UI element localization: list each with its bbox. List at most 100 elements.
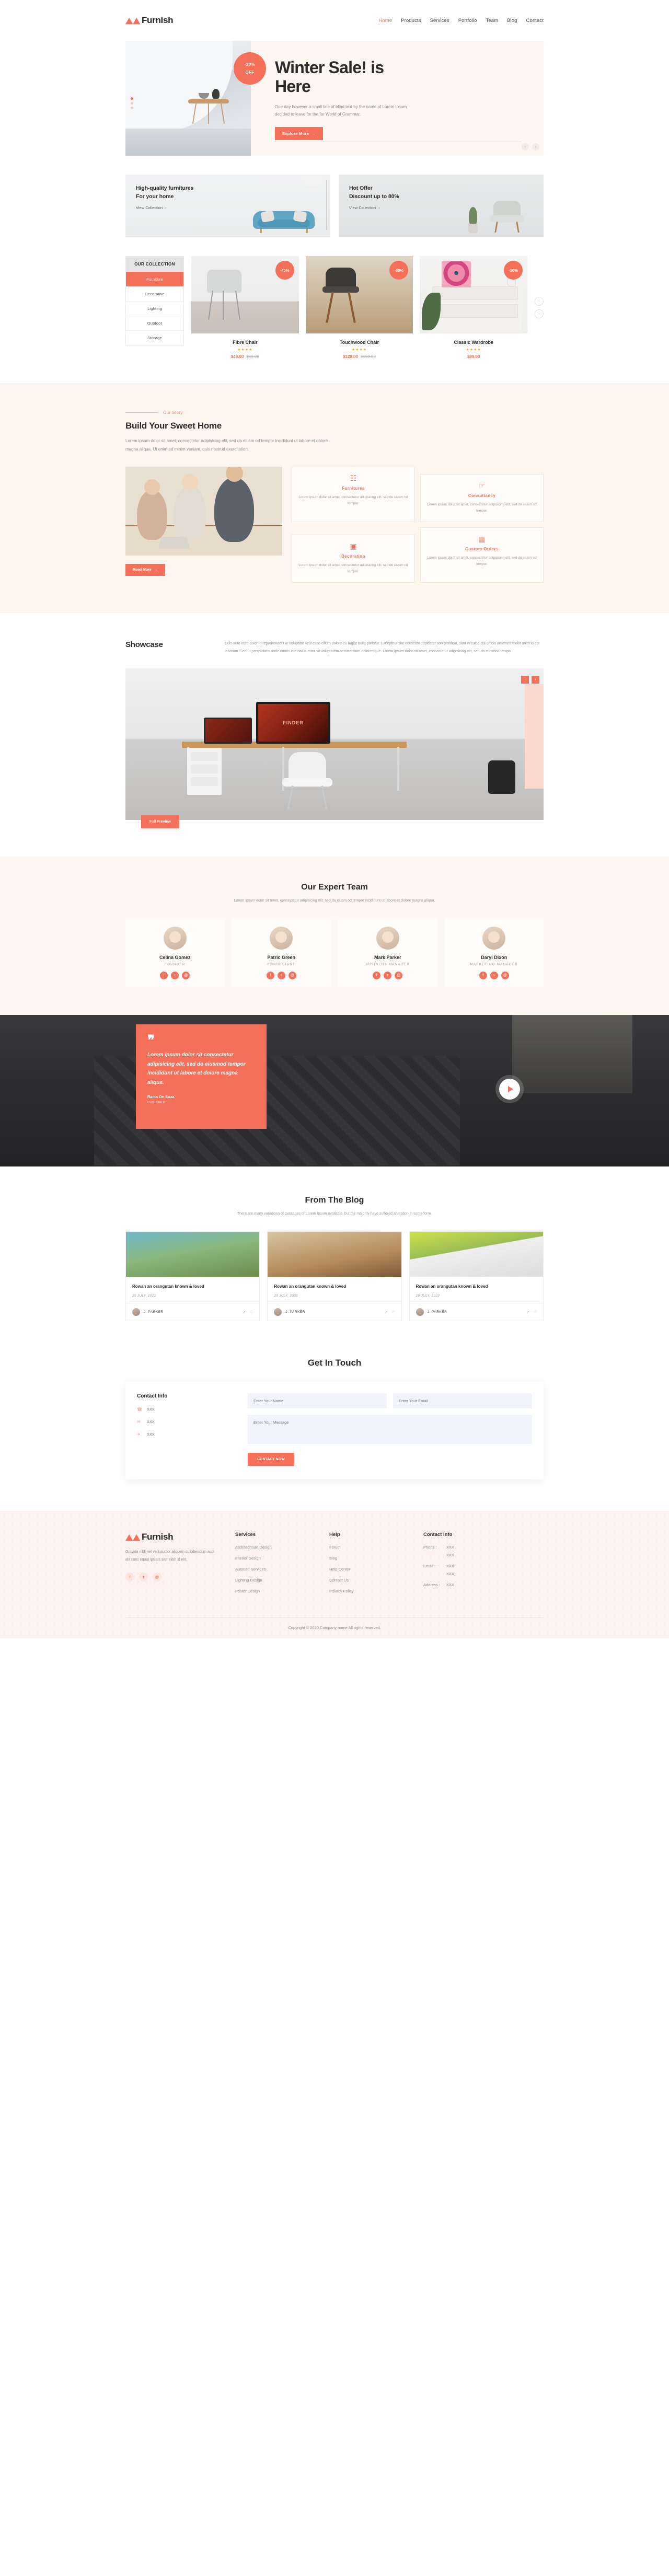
heart-icon[interactable]: ♡ <box>534 1310 537 1314</box>
instagram-icon[interactable]: @ <box>288 971 296 979</box>
footer-link-forum[interactable]: Forum <box>329 1545 408 1550</box>
message-input[interactable] <box>248 1415 532 1445</box>
contact-info-title: Contact Info <box>137 1393 168 1400</box>
full-preview-button[interactable]: Full Preview <box>141 815 179 828</box>
promo-card-hot-offer[interactable]: Hot Offer Discount up to 80% View Collec… <box>339 175 544 237</box>
footer-link-architechture-design[interactable]: Architechture Design <box>235 1545 314 1550</box>
nav-item-blog[interactable]: Blog <box>507 18 517 24</box>
contact-now-button[interactable]: CONTACT NOW <box>248 1453 294 1466</box>
email-input[interactable] <box>393 1393 532 1409</box>
feature-card-decoration[interactable]: ▣ Decoration Lorem ipsum dolor sit amet,… <box>292 535 415 583</box>
blog-post-date: 25 JULY, 2022 <box>274 1294 298 1298</box>
read-more-label: Read More <box>133 568 152 572</box>
facebook-icon[interactable]: f <box>373 971 381 979</box>
product-card[interactable]: -40% Fibre Chair ★★★★ $49.00 $69.00 <box>191 256 299 359</box>
feature-card-consultancy[interactable]: ☞ Consultancy Lorem ipsum dolor sit amet… <box>420 474 544 523</box>
blog-card[interactable]: Rowan an orangutan known & loved 25 JULY… <box>125 1231 260 1322</box>
read-more-button[interactable]: Read More → <box>125 564 165 576</box>
footer-link-help-center[interactable]: Help Center <box>329 1567 408 1572</box>
nav-item-portfolio[interactable]: Portfolio <box>458 18 477 24</box>
instagram-icon[interactable]: @ <box>153 1572 162 1581</box>
nav-item-home[interactable]: Home <box>378 18 392 24</box>
nav-item-team[interactable]: Team <box>486 18 498 24</box>
price-old: $159.00 <box>361 354 376 359</box>
category-outdoor[interactable]: Outdoor <box>126 316 183 330</box>
story-image <box>125 467 282 556</box>
footer-email-value-2: XXX <box>446 1572 455 1577</box>
brand-logo[interactable]: ⛰⛰ Furnish <box>125 15 174 26</box>
product-card[interactable]: -10% Classic Wardrobe ★★★★ $89.00 <box>420 256 528 359</box>
testimonial-author: Rama De Suza <box>147 1095 175 1100</box>
team-card[interactable]: Celina Gomez FOUNDER f t @ <box>125 918 225 987</box>
team-card[interactable]: Mark Parker BUSINESS MANAGER f t @ <box>338 918 437 987</box>
hero-slider-dots[interactable] <box>131 97 133 109</box>
collection-next-icon[interactable]: › <box>535 309 544 318</box>
share-icon[interactable]: ↗ <box>243 1310 246 1314</box>
twitter-icon[interactable]: t <box>139 1572 148 1581</box>
footer-brand-logo[interactable]: ⛰⛰ Furnish <box>125 1532 220 1542</box>
hero-title-line2: Here <box>275 76 311 96</box>
facebook-icon[interactable]: f <box>160 971 168 979</box>
footer-link-poster-design[interactable]: Poster Design <box>235 1589 314 1593</box>
nav-item-services[interactable]: Services <box>430 18 449 24</box>
rating-stars-icon: ★★★★ <box>351 348 367 352</box>
twitter-icon[interactable]: t <box>490 971 498 979</box>
share-icon[interactable]: ↗ <box>385 1310 388 1314</box>
heart-icon[interactable]: ♡ <box>250 1310 253 1314</box>
name-input[interactable] <box>248 1393 387 1409</box>
footer-link-privacy-policy[interactable]: Privacy Policy <box>329 1589 408 1593</box>
footer-link-blog[interactable]: Blog <box>329 1556 408 1561</box>
showcase-next-icon[interactable]: › <box>532 675 539 684</box>
twitter-icon[interactable]: t <box>171 971 179 979</box>
feature-grid: ☷ Furnitures Lorem ipsum dolor sit amet,… <box>292 467 544 583</box>
footer-link-autocad-services[interactable]: Autocad Services <box>235 1567 314 1572</box>
chair-logo-icon: ⛰⛰ <box>125 16 140 26</box>
hero-prev-icon[interactable]: ‹ <box>522 143 529 151</box>
instagram-icon[interactable]: @ <box>501 971 509 979</box>
category-furniture[interactable]: Furniture <box>126 272 183 286</box>
instagram-icon[interactable]: @ <box>182 971 190 979</box>
twitter-icon[interactable]: t <box>384 971 392 979</box>
feature-card-furnitures[interactable]: ☷ Furnitures Lorem ipsum dolor sit amet,… <box>292 467 415 523</box>
instagram-icon[interactable]: @ <box>395 971 403 979</box>
team-title: Our Expert Team <box>301 882 368 892</box>
team-card[interactable]: Daryl Dixon MARKETING MANAGER f t @ <box>444 918 544 987</box>
product-card[interactable]: -30% Touchwood Chair ★★★★ $129.00 $159.00 <box>305 256 413 359</box>
footer-link-interior-design[interactable]: Interior Design <box>235 1556 314 1561</box>
team-card[interactable]: Patric Green CONSULTANT f t @ <box>232 918 331 987</box>
feature-card-custom-orders[interactable]: ▦ Custom Orders Lorem ipsum dolor sit am… <box>420 527 544 583</box>
promo-link-hot-offer[interactable]: View Collection › <box>349 205 380 210</box>
nav-item-contact[interactable]: Contact <box>526 18 544 24</box>
share-icon[interactable]: ↗ <box>526 1310 529 1314</box>
footer-email-value: XXX <box>446 1564 455 1569</box>
hero-title: Winter Sale! is Here <box>275 58 544 96</box>
footer-link-contact-us[interactable]: Contact Us <box>329 1578 408 1582</box>
blog-card[interactable]: Rowan an orangutan known & loved 25 JULY… <box>409 1231 544 1322</box>
footer-phone-value-2: XXX <box>446 1553 455 1558</box>
twitter-icon[interactable]: t <box>277 971 285 979</box>
hero-next-icon[interactable]: › <box>532 143 539 151</box>
collection-section: OUR COLLECTION Furniture Decorative Ligh… <box>125 256 544 359</box>
collection-prev-icon[interactable]: ‹ <box>535 297 544 306</box>
explore-more-button[interactable]: Explore More → <box>275 127 323 141</box>
blog-card[interactable]: Rowan an orangutan known & loved 25 JULY… <box>267 1231 402 1322</box>
blog-post-title: Rowan an orangutan known & loved <box>132 1284 204 1289</box>
facebook-icon[interactable]: f <box>266 971 274 979</box>
promo2-title-line2: Discount up to 80% <box>349 193 399 200</box>
play-button-icon[interactable] <box>499 1078 520 1100</box>
promo-title-line2: For your home <box>136 193 174 200</box>
heart-icon[interactable]: ♡ <box>391 1310 395 1314</box>
promo-card-quality[interactable]: High-quality furnitures For your home Vi… <box>125 175 330 237</box>
blog-post-author: J. PARKER <box>427 1310 447 1314</box>
avatar <box>416 1308 424 1316</box>
facebook-icon[interactable]: f <box>479 971 487 979</box>
footer-link-lighting-design[interactable]: Lighting Design <box>235 1578 314 1582</box>
showcase-prev-icon[interactable]: ‹ <box>521 675 529 684</box>
category-decorative[interactable]: Decorative <box>126 286 183 301</box>
category-storage[interactable]: Storage <box>126 330 183 345</box>
category-lighting[interactable]: Lighting <box>126 301 183 316</box>
nav-item-products[interactable]: Products <box>401 18 421 24</box>
facebook-icon[interactable]: f <box>125 1572 134 1581</box>
promo-link-quality[interactable]: View Collection › <box>136 205 167 210</box>
contact-info-address: ✈ XXX <box>137 1432 236 1437</box>
